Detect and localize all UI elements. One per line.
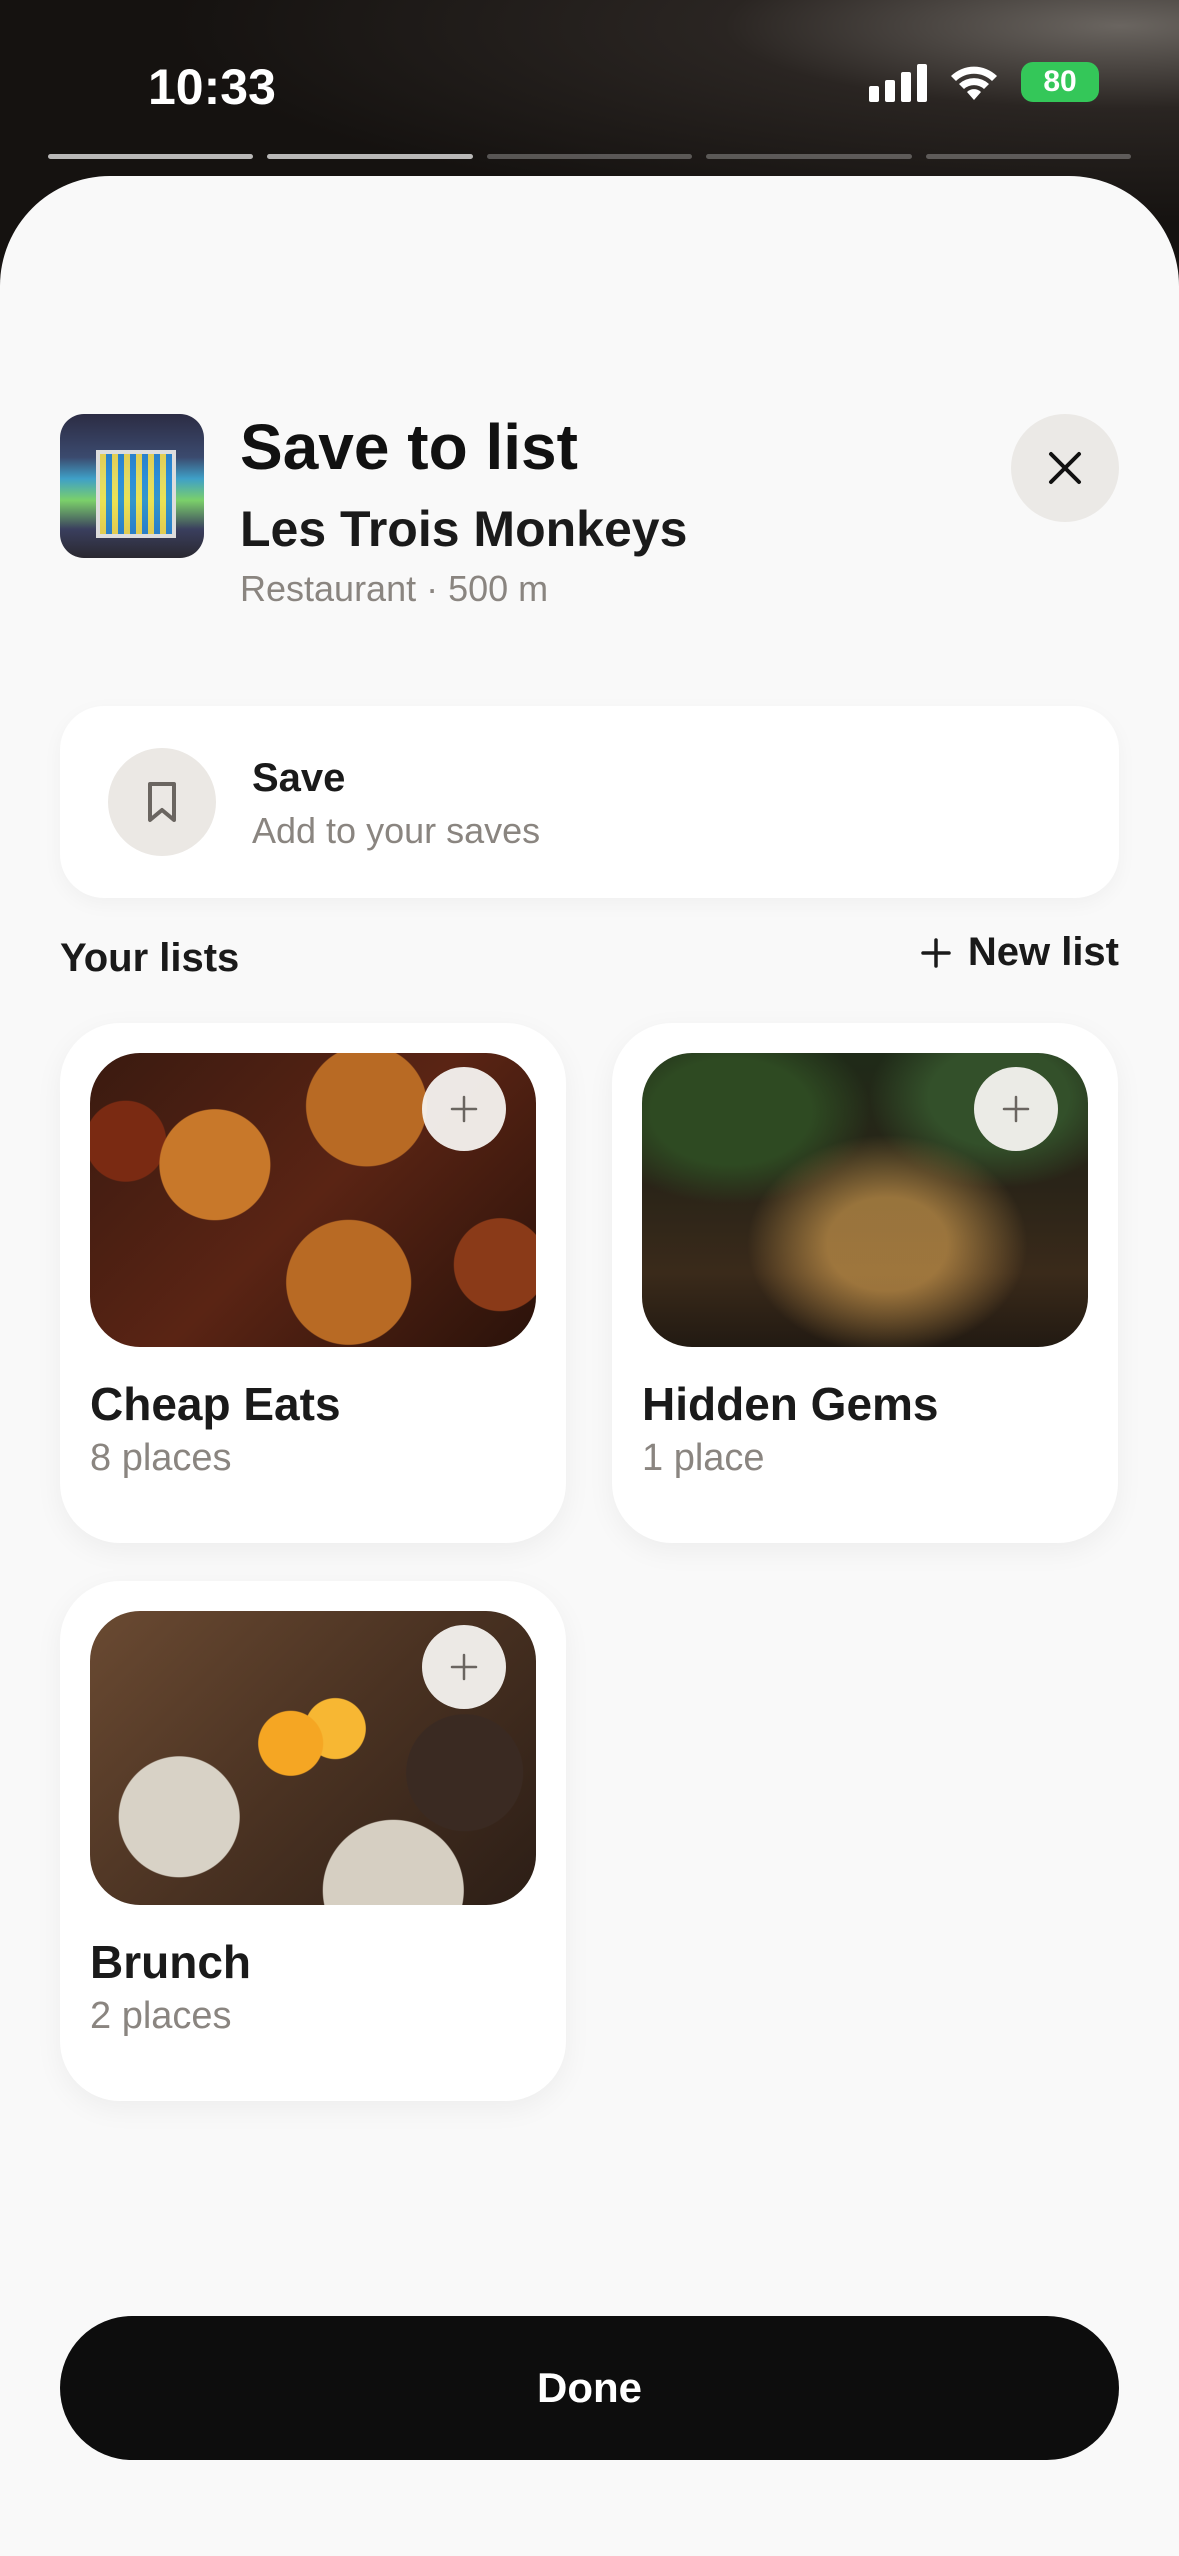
bookmark-icon — [148, 782, 176, 822]
plus-icon — [450, 1095, 478, 1123]
sheet-title: Save to list — [240, 411, 578, 483]
new-list-button[interactable]: New list — [920, 930, 1119, 975]
story-progress-segment — [925, 154, 1132, 159]
save-option-title: Save — [252, 756, 346, 800]
story-progress-segment — [486, 154, 693, 159]
list-place-count: 2 places — [90, 1995, 232, 2037]
add-to-list-button[interactable] — [422, 1625, 506, 1709]
place-meta: Restaurant · 500 m — [240, 568, 549, 609]
list-card-brunch[interactable]: Brunch 2 places — [60, 1581, 566, 2101]
wifi-icon — [951, 66, 997, 100]
status-icons: 80 — [869, 62, 1099, 102]
add-to-list-button[interactable] — [422, 1067, 506, 1151]
new-list-label: New list — [967, 930, 1119, 974]
save-icon-circle — [108, 748, 216, 856]
story-progress-bars — [48, 154, 1132, 159]
story-progress-segment — [267, 154, 473, 159]
your-lists-heading: Your lists — [60, 936, 240, 980]
list-place-count: 1 place — [642, 1437, 765, 1479]
plus-icon — [921, 937, 951, 968]
close-icon — [1049, 452, 1081, 484]
list-place-count: 8 places — [90, 1437, 232, 1479]
done-button[interactable]: Done — [60, 2316, 1119, 2460]
plus-icon — [450, 1653, 478, 1681]
add-to-list-button[interactable] — [974, 1067, 1058, 1151]
story-progress-segment — [48, 154, 254, 159]
battery-indicator: 80 — [1021, 62, 1099, 102]
story-progress-segment — [706, 154, 912, 159]
list-card-hidden-gems[interactable]: Hidden Gems 1 place — [612, 1023, 1118, 1543]
list-name: Brunch — [90, 1936, 251, 1988]
list-name: Hidden Gems — [642, 1378, 939, 1430]
save-option[interactable]: Save Add to your saves — [60, 706, 1119, 898]
status-time: 10:33 — [148, 59, 276, 115]
list-card-cheap-eats[interactable]: Cheap Eats 8 places — [60, 1023, 566, 1543]
list-name: Cheap Eats — [90, 1378, 341, 1430]
cellular-signal-icon — [869, 62, 927, 102]
place-name: Les Trois Monkeys — [240, 501, 688, 557]
place-thumbnail — [60, 414, 204, 558]
save-option-subtitle: Add to your saves — [252, 810, 541, 851]
battery-level: 80 — [1043, 65, 1077, 98]
plus-icon — [1002, 1095, 1030, 1123]
close-button[interactable] — [1011, 414, 1119, 522]
